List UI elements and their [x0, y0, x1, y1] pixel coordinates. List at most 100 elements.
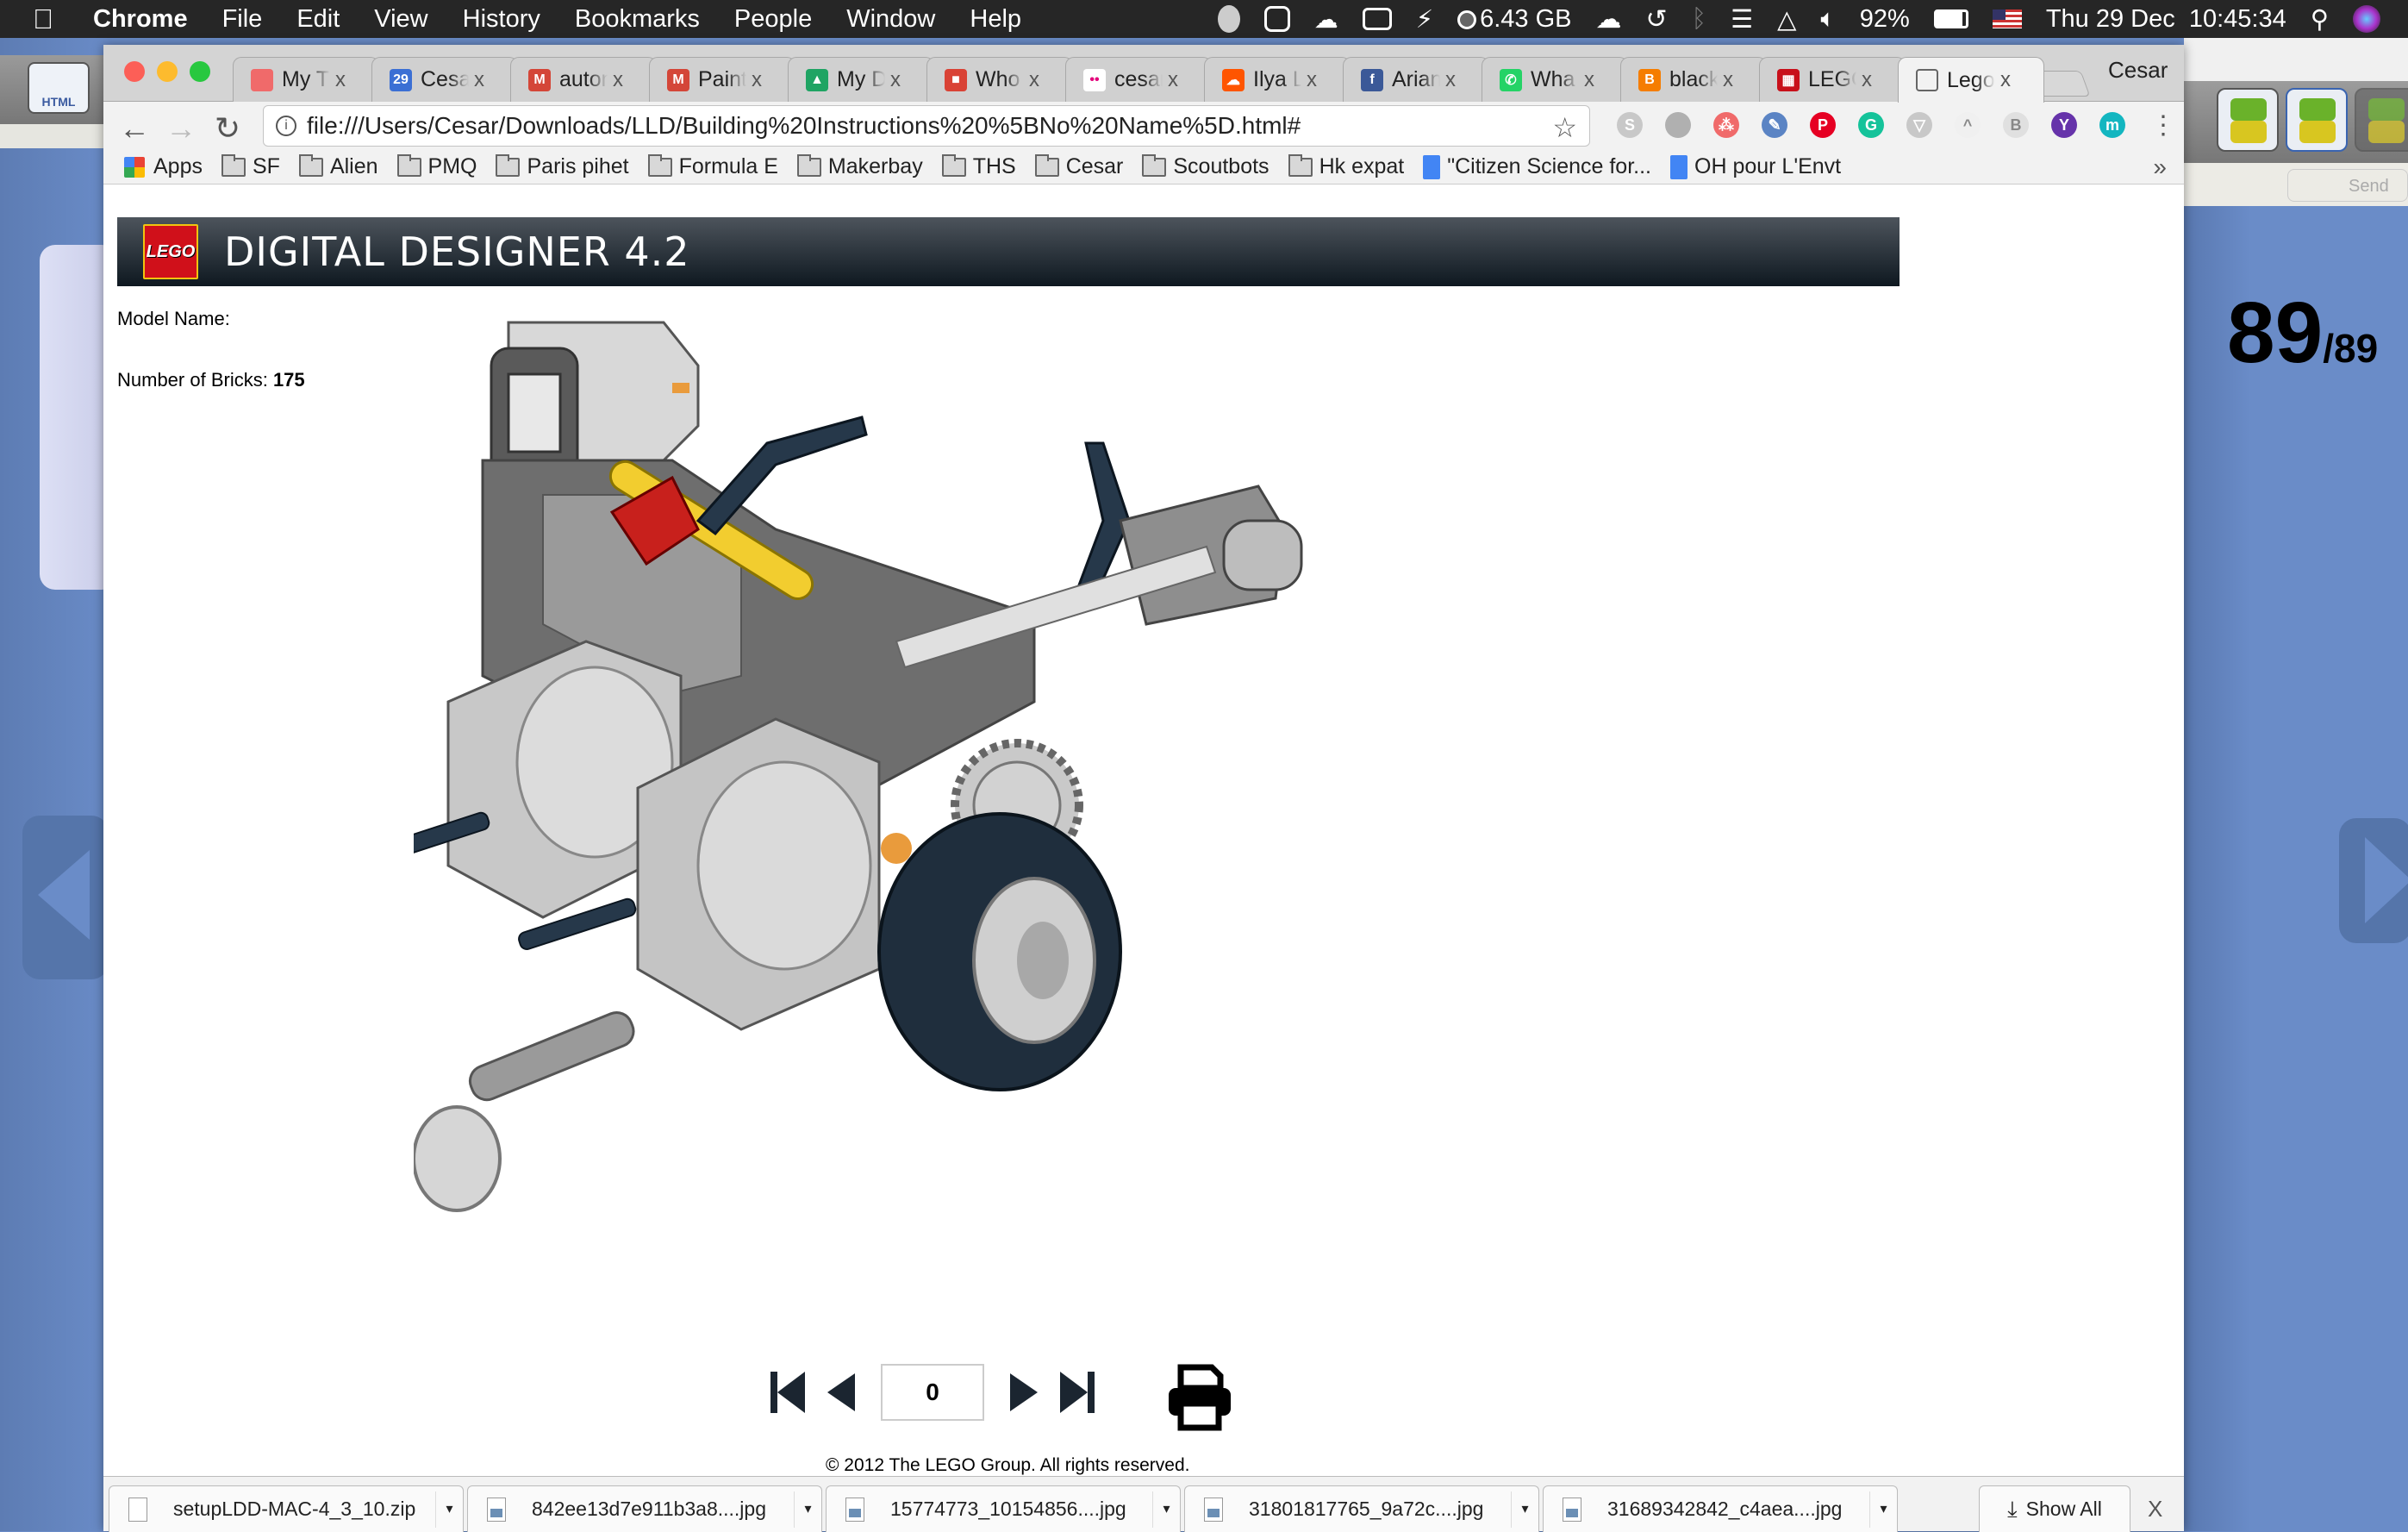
tab-close-icon[interactable]: x — [1445, 68, 1456, 92]
wifi-icon[interactable]: ☰ — [1731, 4, 1753, 34]
url-text[interactable]: file:///Users/Cesar/Downloads/LLD/Buildi… — [307, 112, 1301, 140]
time-machine-icon[interactable]: ↺ — [1646, 4, 1668, 34]
tab-lego[interactable]: ▦ LEGO x — [1759, 57, 1906, 102]
battery-percent[interactable]: 92% — [1860, 5, 1910, 34]
tab-facebook[interactable]: f Arian x — [1343, 57, 1489, 102]
close-shelf-button[interactable]: X — [2148, 1496, 2162, 1523]
bookmark-oh-pour-l-envt[interactable]: OH pour L'Envt — [1670, 154, 1841, 179]
previous-step-icon[interactable] — [820, 1370, 864, 1415]
build-mode-button[interactable] — [2217, 88, 2279, 152]
first-step-icon[interactable] — [767, 1370, 808, 1415]
chrome-menu-icon[interactable]: ⋮ — [2146, 110, 2180, 141]
info-icon[interactable]: i — [276, 116, 296, 136]
tab-close-icon[interactable]: x — [1862, 68, 1872, 92]
tab-close-icon[interactable]: x — [613, 68, 623, 92]
tab-close-icon[interactable]: x — [335, 68, 346, 92]
spotlight-search-icon[interactable]: ⚲ — [2311, 4, 2329, 34]
tab-close-icon[interactable]: x — [1307, 68, 1317, 92]
eyedropper-extension-icon[interactable]: ✎ — [1762, 112, 1787, 138]
forward-button[interactable]: → — [164, 110, 198, 147]
download-item[interactable]: 15774773_10154856....jpg ▾ — [826, 1485, 1181, 1532]
menu-help[interactable]: Help — [970, 5, 1021, 34]
step-number-input[interactable] — [881, 1364, 984, 1421]
menu-edit[interactable]: Edit — [296, 5, 340, 34]
bookmark-makerbay[interactable]: Makerbay — [796, 153, 923, 179]
siri-icon[interactable] — [2353, 5, 2380, 33]
asana-extension-icon[interactable]: ⁂ — [1713, 112, 1739, 138]
bookmark-star-icon[interactable]: ☆ — [1552, 111, 1577, 144]
tab-blogger[interactable]: Bblack x — [1620, 57, 1767, 102]
tab-whatsapp[interactable]: ✆ Wha x — [1482, 57, 1628, 102]
bubble-extension-icon[interactable] — [1665, 112, 1691, 138]
bookmark-hk-expat[interactable]: Hk expat — [1288, 153, 1404, 179]
filter-extension-icon[interactable]: ▽ — [1906, 112, 1932, 138]
download-options-caret-icon[interactable]: ▾ — [1511, 1491, 1538, 1528]
bookmarks-overflow-button[interactable]: » — [2153, 153, 2167, 181]
tab-close-icon[interactable]: x — [1029, 68, 1039, 92]
show-all-downloads-button[interactable]: ⤓ Show All — [1979, 1485, 2130, 1532]
tab-close-icon[interactable]: x — [474, 68, 484, 92]
us-flag-icon[interactable] — [1992, 9, 2022, 28]
menu-chrome[interactable]: Chrome — [93, 5, 188, 34]
tab-calendar[interactable]: 29 Cesar x — [371, 57, 518, 102]
bookmark-formula-e[interactable]: Formula E — [647, 153, 778, 179]
tab-asana[interactable]: My Tx — [233, 57, 379, 102]
battery-icon[interactable] — [1933, 9, 1968, 28]
skype-extension-icon[interactable]: S — [1617, 112, 1643, 138]
bookmark-ext-extension-icon[interactable]: B — [2003, 112, 2029, 138]
back-button[interactable]: ← — [117, 110, 152, 147]
ldd-next-step-button[interactable] — [2339, 818, 2408, 943]
download-options-caret-icon[interactable]: ▾ — [1869, 1491, 1897, 1528]
view-mode-button[interactable] — [2286, 88, 2348, 152]
arc-extension-icon[interactable]: ^ — [1955, 112, 1981, 138]
print-icon[interactable] — [1165, 1362, 1234, 1431]
profile-button[interactable]: Cesar — [2108, 57, 2168, 84]
tab-close-icon[interactable]: x — [1168, 68, 1178, 92]
apple-menu-icon[interactable]:  — [33, 3, 67, 35]
tab-app[interactable]: ■ Who x — [926, 57, 1073, 102]
minimize-window-button[interactable] — [157, 61, 178, 82]
grammarly-extension-icon[interactable]: G — [1858, 112, 1884, 138]
tab-soundcloud[interactable]: ☁ Ilya Lx — [1204, 57, 1351, 102]
tab-page[interactable]: Lego x — [1898, 57, 2044, 103]
bookmark-cesar[interactable]: Cesar — [1034, 153, 1123, 179]
lightning-icon[interactable]: ⚡︎ — [1416, 4, 1433, 34]
ldd-prev-step-button[interactable] — [22, 816, 109, 979]
next-step-icon[interactable] — [1001, 1370, 1045, 1415]
tab-gmail[interactable]: Mautom x — [510, 57, 657, 102]
tab-close-icon[interactable]: x — [890, 68, 901, 92]
download-item[interactable]: 31801817765_9a72c....jpg ▾ — [1184, 1485, 1539, 1532]
reload-button[interactable]: ↻ — [210, 110, 245, 147]
download-item[interactable]: 842ee13d7e911b3a8....jpg ▾ — [467, 1485, 822, 1532]
download-options-caret-icon[interactable]: ▾ — [435, 1491, 463, 1528]
bookmark-scoutbots[interactable]: Scoutbots — [1142, 153, 1270, 179]
creative-cloud-icon[interactable]: ☁ — [1314, 5, 1338, 34]
bookmark-ths[interactable]: THS — [941, 153, 1016, 179]
memory-gauge[interactable]: 6.43 GB — [1457, 5, 1572, 34]
bookmark-paris-pihet[interactable]: Paris pihet — [496, 153, 629, 179]
speech-bubble-icon[interactable] — [1217, 5, 1240, 33]
close-window-button[interactable] — [124, 61, 145, 82]
bookmark-pmq[interactable]: PMQ — [396, 153, 477, 179]
tab-close-icon[interactable]: x — [752, 68, 762, 92]
volume-icon[interactable]: 🔈︎ — [1820, 5, 1835, 34]
menu-view[interactable]: View — [374, 5, 427, 34]
tab-close-icon[interactable]: x — [1723, 68, 1733, 92]
menu-window[interactable]: Window — [846, 5, 935, 34]
last-step-icon[interactable] — [1057, 1370, 1098, 1415]
download-options-caret-icon[interactable]: ▾ — [794, 1491, 821, 1528]
yahoo-extension-icon[interactable]: Y — [2051, 112, 2077, 138]
download-item[interactable]: setupLDD-MAC-4_3_10.zip ▾ — [109, 1485, 464, 1532]
send-button[interactable]: Send — [2287, 169, 2408, 202]
tab-close-icon[interactable]: x — [1584, 68, 1594, 92]
m-ext-extension-icon[interactable]: m — [2099, 112, 2125, 138]
menu-history[interactable]: History — [463, 5, 540, 34]
tab-close-icon[interactable]: x — [2000, 68, 2011, 92]
check-task-icon[interactable] — [1263, 6, 1290, 32]
building-guide-mode-button[interactable] — [2355, 88, 2408, 152]
download-options-caret-icon[interactable]: ▾ — [1152, 1491, 1180, 1528]
bluetooth-icon[interactable]: ᛒ — [1692, 5, 1706, 34]
download-item[interactable]: 31689342842_c4aea....jpg ▾ — [1543, 1485, 1898, 1532]
export-html-button[interactable]: HTML — [28, 62, 90, 114]
bookmark-apps[interactable]: Apps — [124, 154, 203, 179]
